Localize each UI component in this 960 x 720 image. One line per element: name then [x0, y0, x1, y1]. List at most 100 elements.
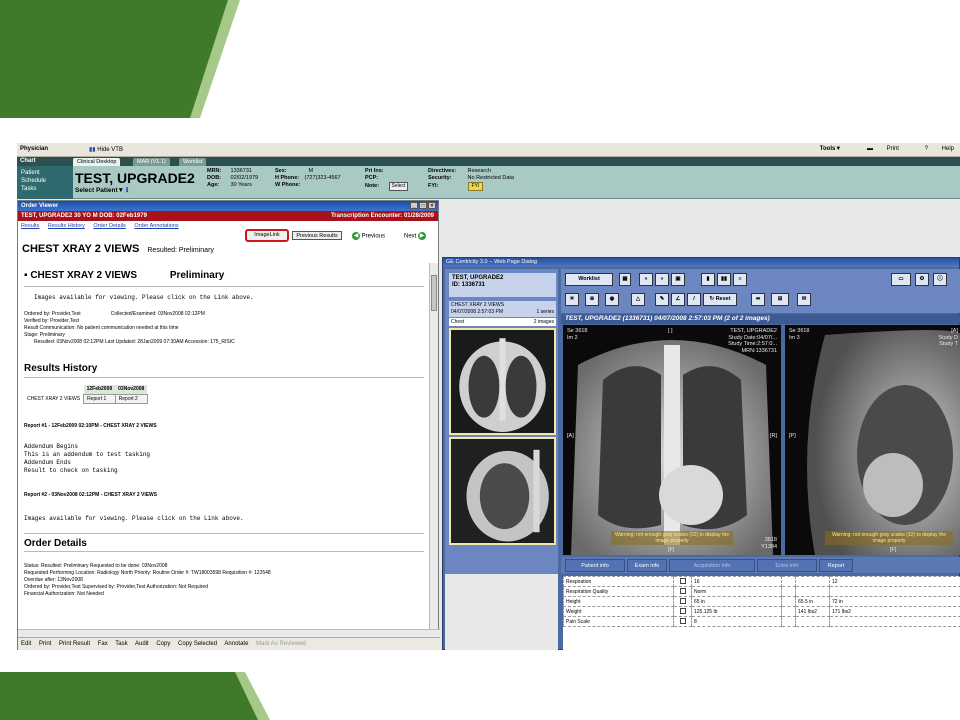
vital-prev: 141 lbs2 [795, 606, 830, 617]
link-order-details[interactable]: Order Details [93, 223, 125, 229]
info-icon[interactable]: ℹ [126, 187, 128, 194]
worklist-button[interactable]: Worklist [565, 273, 613, 286]
angle-icon[interactable]: ∠ [671, 293, 685, 306]
next-button[interactable]: Next ▶ [404, 232, 427, 240]
vital-prev2 [829, 586, 960, 597]
stack-icon[interactable]: ≡ [733, 273, 747, 286]
study-panel-bottom [445, 574, 558, 650]
img2-image-number: Im 3 [789, 334, 800, 341]
vital-prev2: 171 lbs2 [829, 606, 960, 617]
vital-name: Height [563, 596, 674, 607]
tab-extra-info[interactable]: Extra info [757, 559, 817, 572]
order-viewer-body: ▪ CHEST XRAY 2 VIEWS Preliminary Images … [18, 263, 430, 629]
two-up-icon[interactable]: ▮▮ [717, 273, 731, 286]
tab-patient-info[interactable]: Patient info [565, 559, 625, 572]
fax-button[interactable]: Fax [98, 641, 108, 647]
series-item[interactable]: Chest 2 images [449, 318, 556, 326]
split-icon[interactable]: ⇹ [751, 293, 765, 306]
invert-icon[interactable]: △ [631, 293, 645, 306]
report-1-title: Report #1 - 12Feb2009 02:10PM - CHEST XR… [24, 423, 157, 429]
monitor-icon[interactable]: ▭ [891, 273, 911, 286]
tab-clinical-desktop[interactable]: Clinical Desktop [73, 158, 121, 166]
one-up-icon[interactable]: ▮ [701, 273, 715, 286]
hide-vtb-toggle[interactable]: ▮▮ Hide VTB [89, 146, 123, 153]
thumbnail-frontal[interactable] [449, 328, 556, 435]
image-link-button[interactable]: ImageLink [245, 229, 289, 242]
table-row: Weight 125.125 lb 141 lbs2 171 lbs2 [563, 606, 960, 617]
note-select-button[interactable]: Select [388, 182, 409, 191]
fyi-button[interactable]: FYI [467, 182, 484, 191]
result-meta: Ordered by: Provider,Test Collected/Exami… [24, 311, 424, 346]
vital-checkbox[interactable] [679, 617, 686, 624]
mrn-value: 1336731 [230, 168, 252, 174]
vertical-scrollbar[interactable] [429, 263, 438, 629]
vital-prev: 65.5 in [795, 596, 830, 607]
report-2-link[interactable]: Report 2 [114, 393, 148, 404]
xray-lateral-view[interactable]: Se 3618 Im 3 [A] Study D Study T [P] [F]… [785, 325, 960, 555]
result-title: CHEST XRAY 2 VIEWS [30, 270, 138, 281]
select-patient-menu[interactable]: Select Patient▼ ℹ [75, 186, 128, 194]
sidenav-patient[interactable]: Patient [21, 169, 69, 177]
tab-exam-info[interactable]: Exam info [627, 559, 667, 572]
previous-button[interactable]: ◀ Previous [352, 232, 385, 240]
study-item[interactable]: CHEST XRAY 2 VIEWS 04/07/2008 2:57:03 PM… [449, 301, 556, 317]
reset-button[interactable]: ↻ Reset [703, 293, 737, 306]
vital-prev2: 12 [829, 576, 960, 587]
thumbnail-lateral[interactable] [449, 437, 556, 545]
stage: Stage: Preliminary [24, 332, 65, 338]
tab-mar[interactable]: MAR (V1.1) [133, 158, 170, 166]
prev-page-icon[interactable]: « [639, 273, 653, 286]
window-level-icon[interactable]: ☀ [565, 293, 579, 306]
wphone-label: W Phone: [275, 182, 301, 188]
print-result-button[interactable]: Print Result [59, 641, 90, 647]
annotate-button[interactable]: Annotate [224, 641, 248, 647]
annotate-icon[interactable]: ✎ [655, 293, 669, 306]
xray-frontal-view[interactable]: Se 3618 Im 2 [ ] TEST, UPGRADE2 Study Da… [563, 325, 781, 555]
help-button[interactable]: ? Help [913, 146, 954, 152]
maximize-icon[interactable]: □ [419, 202, 427, 209]
tab-report[interactable]: Report [819, 559, 853, 572]
grid-icon[interactable]: ⊞ [771, 293, 789, 306]
export-icon[interactable]: ▣ [671, 273, 685, 286]
sidenav-tasks[interactable]: Tasks [21, 185, 69, 193]
info-panel-icon[interactable]: ⓘ [933, 273, 947, 286]
vital-checkbox[interactable] [679, 597, 686, 604]
select-patient-label: Select Patient▼ [75, 187, 125, 194]
vital-name: Respiration Quality [563, 586, 674, 597]
zoom-icon[interactable]: ⊕ [585, 293, 599, 306]
previous-results-button[interactable]: Previous Results [292, 231, 342, 240]
layout-icon[interactable]: ▦ [619, 273, 631, 286]
img1-orientation-top: [ ] [668, 328, 673, 334]
settings-icon[interactable]: ⚙ [915, 273, 929, 286]
copy-selected-button[interactable]: Copy Selected [178, 641, 217, 647]
close-icon[interactable]: × [428, 202, 436, 209]
link-results-history[interactable]: Results History [48, 223, 85, 229]
vital-checkbox[interactable] [679, 607, 686, 614]
email-icon[interactable]: ✉ [797, 293, 811, 306]
scroll-thumb[interactable] [431, 275, 437, 311]
demographics-1: MRN: 1336731 DOB: 02/02/1979 Age: 30 Yea… [207, 168, 258, 189]
minimize-icon[interactable]: _ [410, 202, 418, 209]
report-1-link[interactable]: Report 1 [83, 393, 116, 404]
pcp-label: PCP: [365, 175, 379, 181]
link-order-annotations[interactable]: Order Annotations [134, 223, 178, 229]
measure-icon[interactable]: / [687, 293, 701, 306]
rh-date-2: 03Nov2008 [115, 385, 148, 394]
copy-button[interactable]: Copy [156, 641, 170, 647]
pan-icon[interactable]: ◉ [605, 293, 619, 306]
tab-worklist[interactable]: Worklist [179, 158, 207, 166]
tab-acquisition-info[interactable]: Acquisition info [669, 559, 755, 572]
edit-button[interactable]: Edit [21, 641, 31, 647]
tools-menu[interactable]: Tools▼ [820, 146, 842, 152]
print-button[interactable]: Print [39, 641, 51, 647]
vital-checkbox[interactable] [679, 577, 686, 584]
audit-button[interactable]: Audit [135, 641, 149, 647]
task-button[interactable]: Task [115, 641, 127, 647]
vital-checkbox[interactable] [679, 587, 686, 594]
link-results[interactable]: Results [21, 223, 39, 229]
next-page-icon[interactable]: » [655, 273, 669, 286]
app-title: Physician [20, 146, 49, 152]
print-button[interactable]: ▬ Print [855, 146, 899, 152]
horizontal-scrollbar[interactable] [18, 629, 440, 637]
sidenav-schedule[interactable]: Schedule [21, 177, 69, 185]
